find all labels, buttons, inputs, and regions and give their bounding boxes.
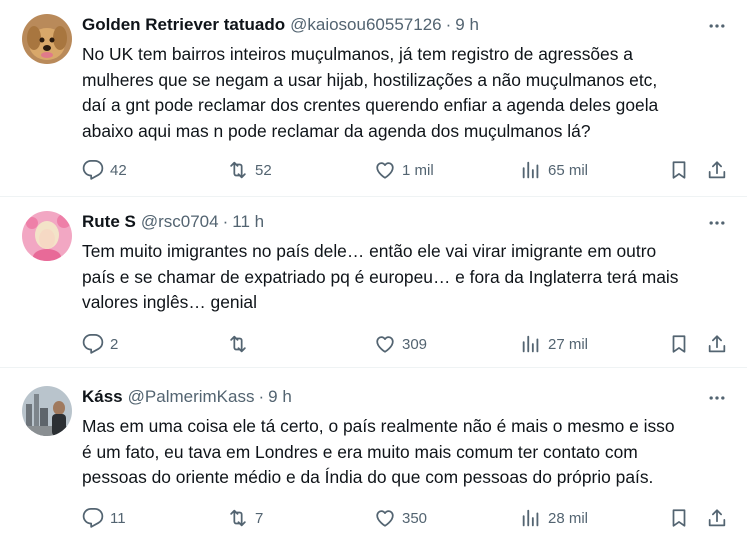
repost-button[interactable] bbox=[227, 332, 255, 356]
share-button[interactable] bbox=[706, 506, 728, 530]
views-button[interactable]: 28 mil bbox=[520, 506, 588, 530]
tweet-3[interactable]: Káss @PalmerimKass · 9 h Mas em uma cois… bbox=[0, 368, 747, 542]
avatar[interactable] bbox=[22, 386, 72, 436]
repost-icon bbox=[227, 333, 249, 355]
tweet-header: Rute S @rsc0704 · 11 h bbox=[82, 211, 264, 233]
user-handle[interactable]: @kaiosou60557126 bbox=[290, 15, 442, 35]
bookmark-button[interactable] bbox=[668, 332, 690, 356]
tweet-text-line: país e se chamar de expatriado pq é euro… bbox=[82, 266, 679, 287]
like-button[interactable]: 1 mil bbox=[374, 158, 434, 182]
like-button[interactable]: 309 bbox=[374, 332, 427, 356]
more-icon[interactable] bbox=[705, 14, 729, 38]
more-icon[interactable] bbox=[705, 211, 729, 235]
reply-button[interactable]: 2 bbox=[82, 332, 118, 356]
views-button[interactable]: 27 mil bbox=[520, 332, 588, 356]
tweet-text-line: valores inglês… genial bbox=[82, 292, 257, 312]
tweet-actions: 11 7 350 28 mil bbox=[82, 506, 734, 530]
user-handle[interactable]: @rsc0704 bbox=[141, 212, 219, 232]
tweet-actions: 2 309 27 mil bbox=[82, 332, 734, 356]
share-icon bbox=[706, 333, 728, 355]
bookmark-button[interactable] bbox=[668, 506, 690, 530]
reply-count: 2 bbox=[110, 335, 119, 353]
separator-dot: · bbox=[258, 387, 265, 406]
repost-button[interactable]: 7 bbox=[227, 506, 263, 530]
share-icon bbox=[706, 507, 728, 529]
display-name[interactable]: Rute S bbox=[82, 212, 136, 232]
tweet-text-line: Tem muito imigrantes no país dele… então… bbox=[82, 241, 657, 261]
repost-count: 52 bbox=[255, 161, 272, 179]
reply-count: 42 bbox=[110, 161, 127, 179]
user-handle[interactable]: @PalmerimKass bbox=[128, 387, 255, 407]
avatar[interactable] bbox=[22, 14, 72, 64]
tweet-text-line: daí a gnt pode reclamar dos crentes quer… bbox=[82, 95, 659, 115]
heart-icon bbox=[374, 507, 396, 529]
tweet-text: No UK tem bairros inteiros muçulmanos, j… bbox=[82, 42, 732, 144]
tweet-text-line: mulheres que se negam a usar hijab, host… bbox=[82, 69, 658, 90]
display-name[interactable]: Golden Retriever tatuado bbox=[82, 15, 285, 35]
tweet-header: Golden Retriever tatuado @kaiosou6055712… bbox=[82, 14, 479, 36]
timestamp[interactable]: 9 h bbox=[268, 387, 292, 407]
share-button[interactable] bbox=[706, 332, 728, 356]
reply-icon bbox=[82, 507, 104, 529]
tweet-text: Tem muito imigrantes no país dele… então… bbox=[82, 239, 732, 316]
reply-feed: Golden Retriever tatuado @kaiosou6055712… bbox=[0, 0, 747, 542]
repost-button[interactable]: 52 bbox=[227, 158, 272, 182]
tweet-header: Káss @PalmerimKass · 9 h bbox=[82, 386, 292, 408]
repost-icon bbox=[227, 159, 249, 181]
views-count: 27 mil bbox=[548, 335, 589, 353]
views-count: 28 mil bbox=[548, 509, 589, 527]
display-name[interactable]: Káss bbox=[82, 387, 123, 407]
tweet-text-line: pessoas do oriente médio e da Índia do q… bbox=[82, 467, 654, 487]
heart-icon bbox=[374, 159, 396, 181]
avatar[interactable] bbox=[22, 211, 72, 261]
share-icon bbox=[706, 159, 728, 181]
views-count: 65 mil bbox=[548, 161, 589, 179]
timestamp[interactable]: 11 h bbox=[232, 212, 264, 232]
like-count: 309 bbox=[402, 335, 428, 353]
tweet-text: Mas em uma coisa ele tá certo, o país re… bbox=[82, 414, 732, 491]
separator-dot: · bbox=[222, 212, 229, 231]
more-icon[interactable] bbox=[705, 386, 729, 410]
bookmark-icon bbox=[668, 507, 690, 529]
tweet-text-line: abaixo aqui mas n pode reclamar da agend… bbox=[82, 120, 591, 141]
like-button[interactable]: 350 bbox=[374, 506, 427, 530]
tweet-text-line: No UK tem bairros inteiros muçulmanos, j… bbox=[82, 44, 633, 64]
like-count: 350 bbox=[402, 509, 428, 527]
repost-count: 7 bbox=[255, 509, 264, 527]
reply-button[interactable]: 11 bbox=[82, 506, 126, 530]
separator-dot: · bbox=[445, 15, 452, 34]
reply-icon bbox=[82, 159, 104, 181]
reply-count: 11 bbox=[110, 509, 126, 527]
tweet-text-line: Mas em uma coisa ele tá certo, o país re… bbox=[82, 416, 675, 436]
bookmark-button[interactable] bbox=[668, 158, 690, 182]
share-button[interactable] bbox=[706, 158, 728, 182]
like-count: 1 mil bbox=[402, 161, 434, 179]
tweet-text-line: é um fato, eu tava em Londres e era muit… bbox=[82, 441, 638, 462]
reply-icon bbox=[82, 333, 104, 355]
views-icon bbox=[520, 507, 542, 529]
bookmark-icon bbox=[668, 159, 690, 181]
views-button[interactable]: 65 mil bbox=[520, 158, 588, 182]
views-icon bbox=[520, 159, 542, 181]
repost-icon bbox=[227, 507, 249, 529]
timestamp[interactable]: 9 h bbox=[455, 15, 479, 35]
views-icon bbox=[520, 333, 542, 355]
tweet-1[interactable]: Golden Retriever tatuado @kaiosou6055712… bbox=[0, 0, 747, 197]
reply-button[interactable]: 42 bbox=[82, 158, 127, 182]
tweet-2[interactable]: Rute S @rsc0704 · 11 h Tem muito imigran… bbox=[0, 197, 747, 368]
heart-icon bbox=[374, 333, 396, 355]
bookmark-icon bbox=[668, 333, 690, 355]
tweet-actions: 42 52 1 mil 65 mil bbox=[82, 158, 734, 182]
